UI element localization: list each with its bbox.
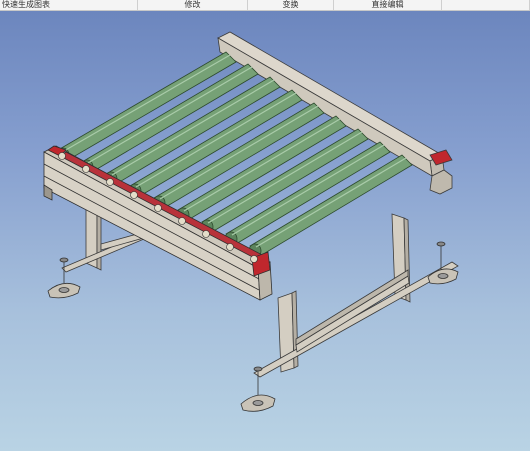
ribbon-label: 直接编辑 <box>371 0 404 9</box>
ribbon-item-transform[interactable]: 变换 <box>248 0 334 10</box>
ribbon-item-direct-edit[interactable]: 直接编辑 <box>334 0 442 10</box>
roller-conveyor-model[interactable] <box>0 11 530 451</box>
ribbon-label: 修改 <box>184 0 201 9</box>
ribbon-item-quick-chart[interactable]: 快速生成图表 <box>0 0 138 10</box>
ribbon-item-empty <box>442 0 530 10</box>
rollers <box>56 51 413 259</box>
cad-window: 快速生成图表 修改 变换 直接编辑 <box>0 0 530 451</box>
ribbon-label: 快速生成图表 <box>2 0 50 9</box>
ribbon-label: 变换 <box>282 0 299 9</box>
ribbon-toolbar: 快速生成图表 修改 变换 直接编辑 <box>0 0 530 11</box>
3d-viewport[interactable] <box>0 11 530 451</box>
foot-front <box>240 366 276 412</box>
ribbon-item-modify[interactable]: 修改 <box>138 0 248 10</box>
